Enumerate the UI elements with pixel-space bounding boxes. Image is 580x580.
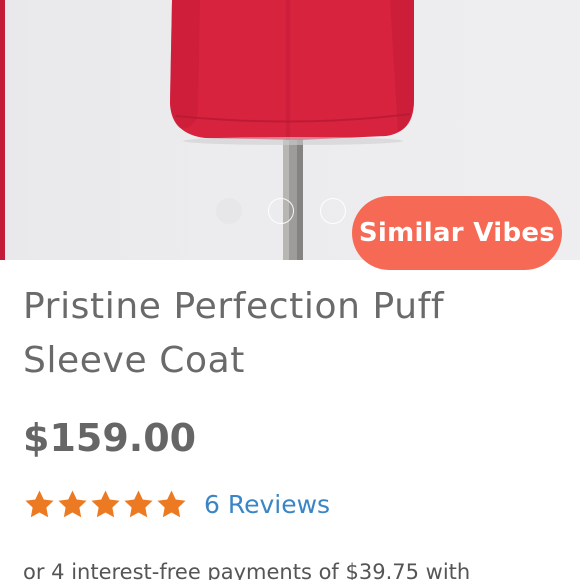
star-icon — [58, 489, 87, 517]
product-info: Pristine Perfection Puff Sleeve Coat $15… — [23, 280, 563, 522]
carousel-dot-1[interactable] — [216, 198, 242, 224]
star-icon — [25, 489, 54, 517]
carousel-dots — [216, 198, 346, 224]
similar-vibes-button[interactable]: Similar Vibes — [352, 196, 562, 270]
installments-text: or 4 interest-free payments of $39.75 wi… — [23, 560, 471, 580]
product-price: $159.00 — [23, 416, 197, 460]
star-icon — [91, 489, 120, 517]
adjacent-image-edge — [0, 0, 5, 260]
rating-row: 6 Reviews — [23, 486, 563, 522]
carousel-dot-2[interactable] — [268, 198, 294, 224]
reviews-link[interactable]: 6 Reviews — [204, 490, 330, 519]
star-icon — [157, 489, 186, 517]
carousel-dot-3[interactable] — [320, 198, 346, 224]
product-page: Similar Vibes Pristine Perfection Puff S… — [0, 0, 580, 580]
product-title: Pristine Perfection Puff Sleeve Coat — [23, 286, 445, 381]
star-rating — [23, 488, 188, 521]
star-icon — [124, 489, 153, 517]
